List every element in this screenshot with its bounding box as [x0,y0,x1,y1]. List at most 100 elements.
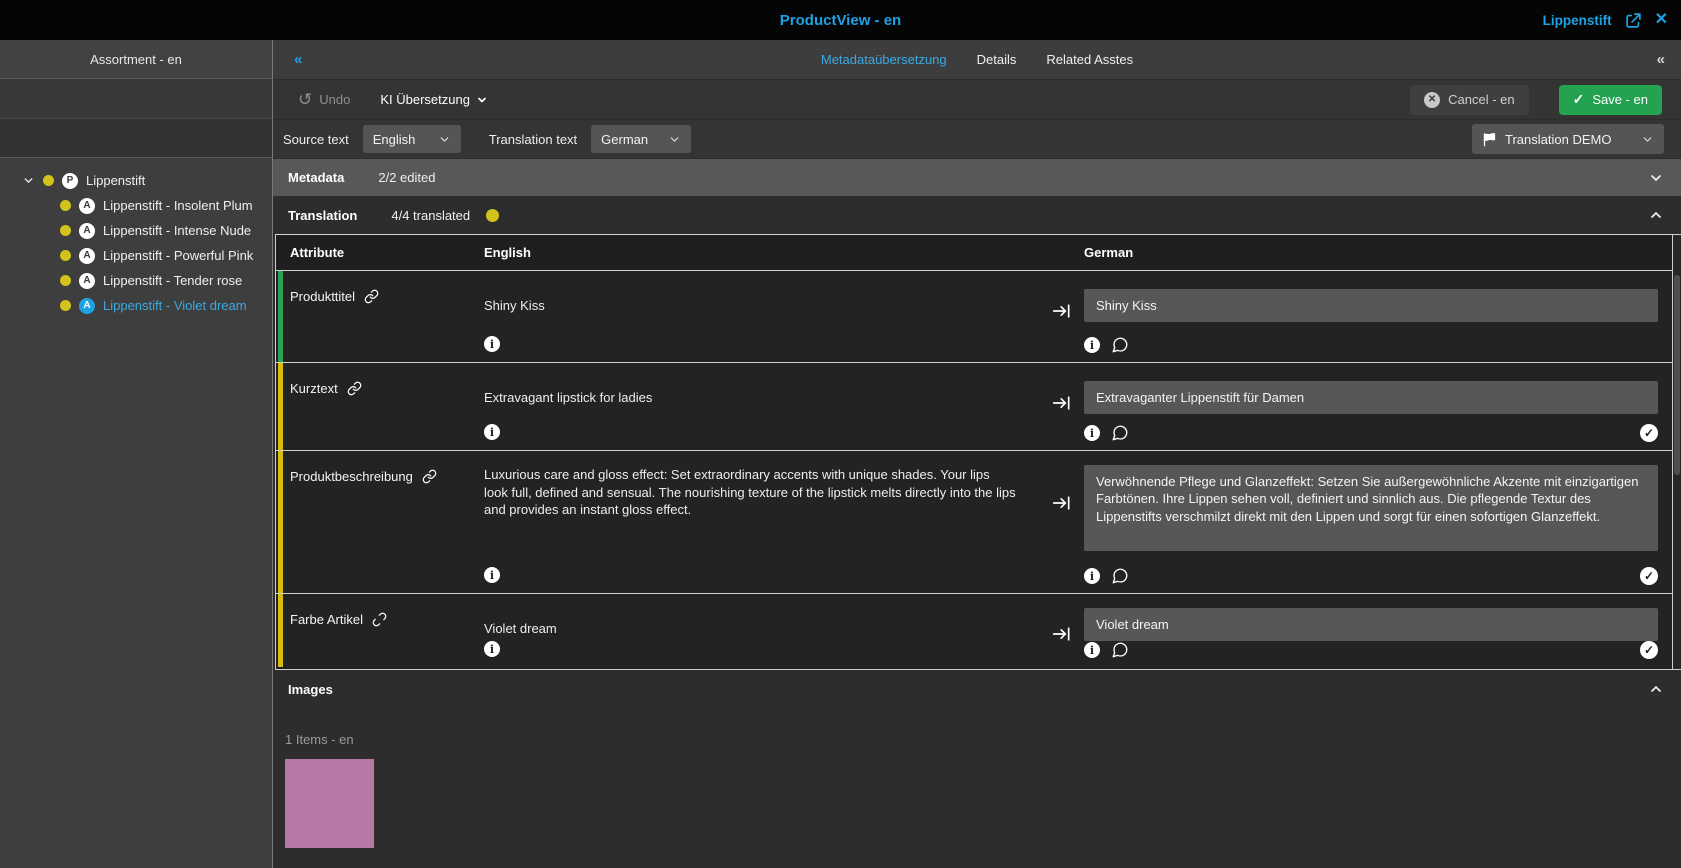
ai-translation-menu[interactable]: KI Übersetzung [380,92,488,107]
chevron-down-icon [1641,133,1654,146]
tree-item-label[interactable]: Lippenstift [86,173,145,188]
title-bar-actions: Lippenstift ✕ [1543,0,1668,40]
metadata-section-header[interactable]: Metadata 2/2 edited [273,158,1681,196]
chevron-down-icon [438,133,451,146]
col-header-attribute: Attribute [290,245,345,260]
tree-item-label[interactable]: Lippenstift - Tender rose [103,273,242,288]
copy-to-target-icon[interactable] [1052,493,1072,513]
save-button[interactable]: ✓ Save - en [1558,84,1662,115]
tab-metadata-translation[interactable]: Metadataübersetzung [821,52,947,67]
target-language-select[interactable]: German [591,125,692,153]
chevron-down-icon[interactable] [22,174,35,187]
table-row: Produkttitel Shiny Kiss i Shiny Kiss i [276,271,1672,363]
link-icon[interactable] [364,289,379,304]
metadata-section-status: 2/2 edited [378,170,436,185]
images-section: Images 1 Items - en [273,670,1681,868]
table-header-row: Attribute English German [276,235,1672,271]
chevron-down-icon[interactable] [1648,170,1664,186]
article-badge-selected: A [79,297,95,314]
info-icon[interactable]: i [484,424,500,440]
source-text: Violet dream [484,621,557,636]
broken-link-icon[interactable] [372,612,387,627]
article-badge: A [79,222,95,239]
info-icon[interactable]: i [1084,568,1100,584]
product-image-thumbnail[interactable] [285,759,374,848]
col-header-german: German [1084,245,1134,260]
translation-section-status: 4/4 translated [391,207,471,223]
tree-item-root[interactable]: P Lippenstift [0,168,272,193]
tree-item-label[interactable]: Lippenstift - Violet dream [103,298,247,313]
info-icon[interactable]: i [484,336,500,352]
tree-item-selected[interactable]: A Lippenstift - Violet dream [0,293,272,318]
german-translation-input[interactable]: Extravaganter Lippenstift für Damen [1084,381,1658,414]
main-panel: « Metadataübersetzung Details Related As… [273,40,1681,868]
images-body: 1 Items - en [273,708,1681,848]
translation-section-header[interactable]: Translation 4/4 translated [273,196,1681,234]
product-tree: P Lippenstift A Lippenstift - Insolent P… [0,158,272,868]
translation-profile-select[interactable]: Translation DEMO [1472,124,1664,154]
german-translation-input[interactable]: Shiny Kiss [1084,289,1658,322]
collapse-left-icon[interactable]: « [294,51,302,68]
comment-icon[interactable] [1111,641,1129,659]
comment-icon[interactable] [1111,567,1129,585]
german-translation-textarea[interactable]: Verwöhnende Pflege und Glanzeffekt: Setz… [1084,465,1658,551]
collapse-right-icon[interactable]: « [1657,51,1665,68]
link-icon[interactable] [422,469,437,484]
tree-item[interactable]: A Lippenstift - Insolent Plum [0,193,272,218]
undo-button[interactable]: ↺ Undo [298,91,350,108]
action-toolbar: ↺ Undo KI Übersetzung ✕ Cancel - en ✓ Sa… [273,79,1681,119]
german-translation-input[interactable]: Violet dream [1084,608,1658,641]
source-language-value: English [372,131,416,147]
tree-item[interactable]: A Lippenstift - Tender rose [0,268,272,293]
chevron-up-icon[interactable] [1648,681,1664,697]
source-language-select[interactable]: English [362,125,461,153]
images-section-title: Images [288,681,333,697]
info-icon[interactable]: i [1084,642,1100,658]
info-icon[interactable]: i [484,567,500,583]
comment-icon[interactable] [1111,336,1129,354]
scrollbar-thumb[interactable] [1674,275,1680,475]
flag-icon [1482,132,1497,147]
sidebar-header: Assortment - en [0,40,272,79]
product-badge: P [62,172,78,189]
table-scrollbar[interactable] [1673,234,1681,670]
comment-icon[interactable] [1111,424,1129,442]
cancel-button[interactable]: ✕ Cancel - en [1410,84,1529,115]
tree-item-label[interactable]: Lippenstift - Powerful Pink [103,248,253,263]
info-icon[interactable]: i [1084,425,1100,441]
attribute-label: Kurztext [290,381,338,396]
translation-table-zone: Attribute English German Produkttitel Sh… [273,234,1681,670]
close-icon[interactable]: ✕ [1655,12,1668,28]
article-badge: A [79,197,95,214]
chevron-up-icon[interactable] [1648,207,1664,223]
tab-bar: « Metadataübersetzung Details Related As… [273,40,1681,79]
info-icon[interactable]: i [1084,337,1100,353]
cancel-label: Cancel - en [1448,92,1515,107]
tree-item-label[interactable]: Lippenstift - Intense Nude [103,223,251,238]
translated-check-icon: ✓ [1640,424,1658,442]
tree-item-label[interactable]: Lippenstift - Insolent Plum [103,198,253,213]
product-view-window: ProductView - en Lippenstift ✕ Assortmen… [0,0,1681,868]
tab-details[interactable]: Details [977,52,1017,67]
copy-to-target-icon[interactable] [1052,624,1072,644]
status-dot [60,200,71,211]
link-icon[interactable] [347,381,362,396]
title-bar: ProductView - en Lippenstift ✕ [0,0,1681,40]
entity-link[interactable]: Lippenstift [1543,13,1612,28]
table-row: Farbe Artikel Violet dream i Violet drea… [276,594,1672,667]
tree-item[interactable]: A Lippenstift - Powerful Pink [0,243,272,268]
tab-related-assets[interactable]: Related Asstes [1046,52,1133,67]
copy-to-target-icon[interactable] [1052,393,1072,413]
attribute-label: Produkttitel [290,289,356,304]
sidebar-band-2 [0,119,272,158]
copy-to-target-icon[interactable] [1052,301,1072,321]
tree-item[interactable]: A Lippenstift - Intense Nude [0,218,272,243]
undo-label: Undo [319,92,351,107]
status-dot [43,175,54,186]
open-external-icon[interactable] [1625,12,1642,29]
images-section-header[interactable]: Images [273,670,1681,708]
info-icon[interactable]: i [484,641,500,657]
undo-icon: ↺ [298,90,313,109]
translation-profile-value: Translation DEMO [1505,131,1612,147]
source-text-label: Source text [283,131,349,147]
